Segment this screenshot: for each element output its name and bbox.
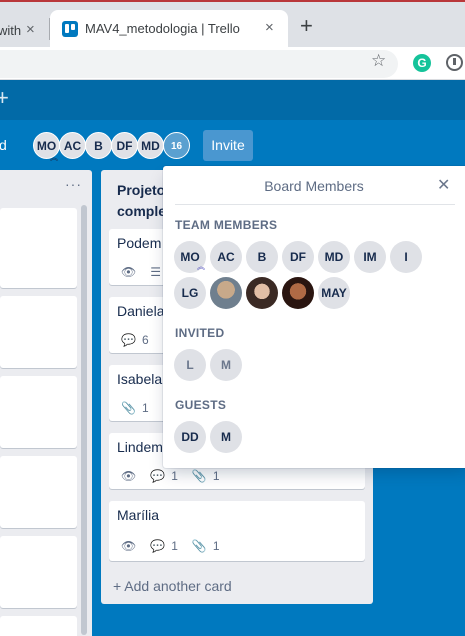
comment-icon: 💬 <box>121 333 136 347</box>
admin-chevron-icon: ︽ <box>197 262 205 271</box>
popover-title: Board Members <box>264 178 364 194</box>
invited-label: INVITED <box>175 326 225 340</box>
member-avatar[interactable]: B <box>246 241 278 273</box>
attachment-icon: 📎 <box>191 539 207 553</box>
card[interactable] <box>0 208 77 288</box>
member-avatar[interactable]: I <box>390 241 422 273</box>
address-bar-row: ☆ G <box>0 47 465 80</box>
close-icon[interactable]: ✕ <box>437 175 450 195</box>
admin-chevron-icon: ︽ <box>50 153 58 162</box>
member-avatar-photo[interactable] <box>282 277 314 309</box>
browser-tab-previous[interactable]: with × <box>0 12 50 49</box>
guests-label: GUESTS <box>175 398 227 412</box>
card[interactable] <box>0 456 77 528</box>
close-icon[interactable]: × <box>26 21 35 38</box>
power-extension-icon[interactable] <box>446 54 463 71</box>
member-count-badge[interactable]: 16 <box>163 132 190 159</box>
member-avatar[interactable]: AC <box>59 132 86 159</box>
member-avatar[interactable]: IM <box>354 241 386 273</box>
card-title: Podem <box>117 235 162 251</box>
member-avatar-photo[interactable] <box>246 277 278 309</box>
description-icon: ☰ <box>150 265 161 279</box>
watch-eye-icon: 👁 <box>121 265 137 279</box>
card-title: Lindem <box>117 439 163 455</box>
invited-avatar[interactable]: M <box>210 349 242 381</box>
omnibox[interactable] <box>0 50 398 78</box>
member-avatar[interactable]: MD <box>137 132 164 159</box>
grammarly-icon[interactable]: G <box>413 54 431 72</box>
attachment-count: 1 <box>212 469 220 483</box>
card[interactable]: Marília 👁 💬 1 📎 1 <box>109 501 365 561</box>
card[interactable] <box>0 536 77 608</box>
guest-avatar[interactable]: DD <box>174 421 206 453</box>
attachment-count: 1 <box>212 539 220 553</box>
member-avatar-photo[interactable] <box>210 277 242 309</box>
comment-count: 1 <box>171 469 178 483</box>
comment-icon: 💬 <box>150 539 166 553</box>
attachment-count: 1 <box>141 401 149 415</box>
card-title: Daniela <box>117 303 165 319</box>
card-title: Marília <box>117 507 160 523</box>
invited-avatar[interactable]: L <box>174 349 206 381</box>
tab-title: MAV4_metodologia | Trello <box>85 21 240 36</box>
bookmark-star-icon[interactable]: ☆ <box>371 51 386 71</box>
browser-tab-strip: with × MAV4_metodologia | Trello × + <box>0 0 465 49</box>
card[interactable] <box>0 616 77 636</box>
member-avatar[interactable]: LG <box>174 277 206 309</box>
invite-button[interactable]: Invite <box>203 130 253 161</box>
list-left: ··· <box>0 170 92 636</box>
list-menu-icon[interactable]: ··· <box>65 176 82 192</box>
close-icon[interactable]: × <box>265 19 274 36</box>
guest-avatar[interactable]: M <box>210 421 242 453</box>
card-title: Isabela <box>117 371 163 387</box>
list-scrollbar[interactable] <box>81 205 87 635</box>
card[interactable] <box>0 376 77 448</box>
attachment-icon: 📎 <box>191 469 207 483</box>
tab-title: with <box>0 23 22 38</box>
comment-count: 6 <box>141 333 149 347</box>
card[interactable] <box>0 296 77 368</box>
team-members-label: TEAM MEMBERS <box>175 218 278 232</box>
divider <box>175 204 455 205</box>
browser-tab-active[interactable]: MAV4_metodologia | Trello × <box>50 10 288 49</box>
trello-header: + <box>0 80 465 120</box>
member-avatar[interactable]: MD <box>318 241 350 273</box>
board-members-popover: Board Members ✕ TEAM MEMBERS MO AC B DF … <box>163 166 465 468</box>
trello-favicon-icon <box>62 21 78 37</box>
comment-count: 1 <box>171 539 178 553</box>
comment-icon: 💬 <box>150 469 166 483</box>
member-avatar[interactable]: DF <box>282 241 314 273</box>
member-avatar[interactable]: DF <box>111 132 138 159</box>
new-tab-icon[interactable]: + <box>300 15 313 37</box>
attachment-icon: 📎 <box>121 401 136 415</box>
watch-eye-icon: 👁 <box>121 539 137 553</box>
board-name-fragment[interactable]: d <box>0 137 7 153</box>
create-plus-icon[interactable]: + <box>0 85 9 111</box>
member-avatar[interactable]: AC <box>210 241 242 273</box>
watch-eye-icon: 👁 <box>121 469 137 483</box>
member-avatar[interactable]: MAY <box>318 277 350 309</box>
member-avatar[interactable]: B <box>85 132 112 159</box>
board-header: d MO ︽ AC B DF MD 16 Invite <box>0 120 465 168</box>
add-card-button[interactable]: + Add another card <box>113 578 232 594</box>
